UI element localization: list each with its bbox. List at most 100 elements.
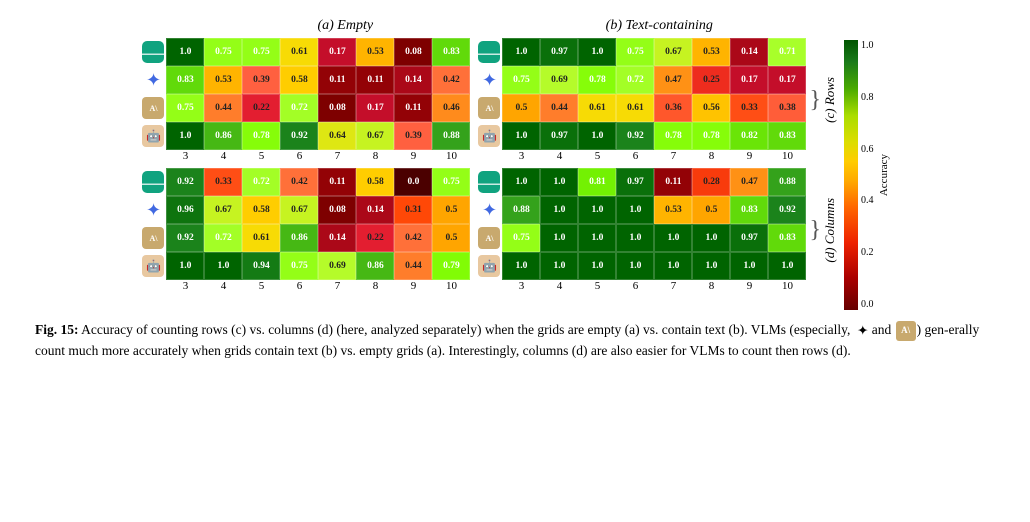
- table-row: 🤖1.00.971.00.920.780.780.820.83: [476, 122, 806, 150]
- heatmap-cell: 1.0: [502, 122, 540, 150]
- row-icon: A\: [140, 224, 166, 252]
- panel-c-text: ⸻1.00.971.00.750.670.530.140.71✦0.750.69…: [476, 38, 806, 162]
- xtick: 9: [394, 150, 432, 162]
- heatmap-cell: 0.67: [356, 122, 394, 150]
- heatmap-cell: 0.83: [768, 224, 806, 252]
- heatmap-cell: 1.0: [730, 252, 768, 280]
- heatmap-cell: 0.44: [394, 252, 432, 280]
- heatmap-cell: 0.08: [318, 94, 356, 122]
- heatmap-cell: 0.11: [318, 66, 356, 94]
- table-row: A\0.50.440.610.610.360.560.330.38: [476, 94, 806, 122]
- row-icon: ✦: [476, 196, 502, 224]
- heatmap-cell: 0.11: [394, 94, 432, 122]
- caption-label: Fig. 15:: [35, 322, 79, 337]
- heatmap-cell: 0.75: [242, 38, 280, 66]
- heatmap-cell: 0.08: [318, 196, 356, 224]
- xtick: 3: [502, 150, 540, 162]
- heatmap-cell: 0.86: [356, 252, 394, 280]
- colorbar-label-max: 1.0: [861, 40, 874, 51]
- heatmap-cell: 0.97: [616, 168, 654, 196]
- table-row: A\0.920.720.610.860.140.220.420.5: [140, 224, 470, 252]
- x-axis-c-text: 3 4 5 6 7 8 9 10: [502, 150, 806, 162]
- xtick: 5: [578, 150, 616, 162]
- row-icon: ⸻: [140, 38, 166, 66]
- table-row: ✦0.830.530.390.580.110.110.140.42: [140, 66, 470, 94]
- heatmap-cell: 0.22: [242, 94, 280, 122]
- table-row: ⸻0.920.330.720.420.110.580.00.75: [140, 168, 470, 196]
- heatmap-cell: 0.61: [578, 94, 616, 122]
- heatmap-cell: 0.58: [280, 66, 318, 94]
- row-icon: A\: [476, 94, 502, 122]
- heatmap-cell: 1.0: [616, 196, 654, 224]
- heatmap-cell: 1.0: [540, 252, 578, 280]
- row-icon: ✦: [476, 66, 502, 94]
- heatmap-cell: 0.72: [204, 224, 242, 252]
- row-icon: ⸻: [140, 168, 166, 196]
- claude-inline-icon: A\: [896, 321, 916, 341]
- heatmap-cell: 0.33: [730, 94, 768, 122]
- panel-c-empty: ⸻1.00.750.750.610.170.530.080.83✦0.830.5…: [140, 38, 470, 162]
- colorbar-label-08: 0.8: [861, 92, 874, 103]
- heatmap-cell: 0.14: [356, 196, 394, 224]
- heatmap-cell: 0.5: [432, 196, 470, 224]
- heatmap-cell: 0.81: [578, 168, 616, 196]
- table-row: 🤖1.00.860.780.920.640.670.390.88: [140, 122, 470, 150]
- heatmap-cell: 0.75: [166, 94, 204, 122]
- xtick: 6: [616, 280, 654, 292]
- xtick: 3: [166, 280, 204, 292]
- table-row: ⸻1.00.750.750.610.170.530.080.83: [140, 38, 470, 66]
- table-row: A\0.750.440.220.720.080.170.110.46: [140, 94, 470, 122]
- row-icon: 🤖: [140, 122, 166, 150]
- heatmap-cell: 1.0: [204, 252, 242, 280]
- xtick: 8: [356, 150, 394, 162]
- heatmap-cell: 0.69: [318, 252, 356, 280]
- heatmap-cell: 0.22: [356, 224, 394, 252]
- title-b: (b) Text-containing: [505, 18, 813, 34]
- heatmap-cell: 1.0: [540, 196, 578, 224]
- heatmap-cell: 0.33: [204, 168, 242, 196]
- heatmap-cell: 1.0: [578, 196, 616, 224]
- heatmap-cell: 0.75: [204, 38, 242, 66]
- heatmap-cell: 0.78: [242, 122, 280, 150]
- panel-d-container: ⸻0.920.330.720.420.110.580.00.75✦0.960.6…: [140, 168, 838, 292]
- heatmap-cell: 1.0: [654, 252, 692, 280]
- xtick: 9: [730, 150, 768, 162]
- heatmap-cell: 1.0: [578, 252, 616, 280]
- row-icon: 🤖: [476, 252, 502, 280]
- heatmap-cell: 0.61: [280, 38, 318, 66]
- heatmap-cell: 0.58: [242, 196, 280, 224]
- xtick: 8: [692, 150, 730, 162]
- heatmap-cell: 1.0: [502, 252, 540, 280]
- heatmap-cell: 0.61: [616, 94, 654, 122]
- xtick: 5: [242, 150, 280, 162]
- brace-d: }: [809, 218, 821, 242]
- panel-d-both: ⸻0.920.330.720.420.110.580.00.75✦0.960.6…: [140, 168, 806, 292]
- heatmap-cell: 0.47: [654, 66, 692, 94]
- heatmap-cell: 0.56: [692, 94, 730, 122]
- row-icon: ⸻: [476, 38, 502, 66]
- colorbar-labels: 1.0 0.8 0.6 0.4 0.2 0.0: [861, 40, 874, 310]
- heatmap-cell: 0.53: [692, 38, 730, 66]
- xtick: 3: [166, 150, 204, 162]
- heatmap-cell: 0.42: [394, 224, 432, 252]
- table-row: ⸻1.00.971.00.750.670.530.140.71: [476, 38, 806, 66]
- row-icon: 🤖: [476, 122, 502, 150]
- heatmap-cell: 0.61: [242, 224, 280, 252]
- heatmap-cell: 0.75: [432, 168, 470, 196]
- heatmap-cell: 1.0: [540, 168, 578, 196]
- xtick: 6: [280, 150, 318, 162]
- colorbar-label-02: 0.2: [861, 247, 874, 258]
- row-icon: ✦: [140, 66, 166, 94]
- heatmap-cell: 0.75: [502, 224, 540, 252]
- heatmap-cell: 0.92: [768, 196, 806, 224]
- heatmap-cell: 0.92: [166, 168, 204, 196]
- heatmap-cell: 0.83: [768, 122, 806, 150]
- heatmap-cell: 0.86: [204, 122, 242, 150]
- heatmap-cell: 0.53: [654, 196, 692, 224]
- heatmap-cell: 0.11: [654, 168, 692, 196]
- heatmap-cell: 1.0: [768, 252, 806, 280]
- heatmap-cell: 0.75: [616, 38, 654, 66]
- heatmap-cell: 0.08: [394, 38, 432, 66]
- xtick: 4: [204, 280, 242, 292]
- heatmap-cell: 0.78: [654, 122, 692, 150]
